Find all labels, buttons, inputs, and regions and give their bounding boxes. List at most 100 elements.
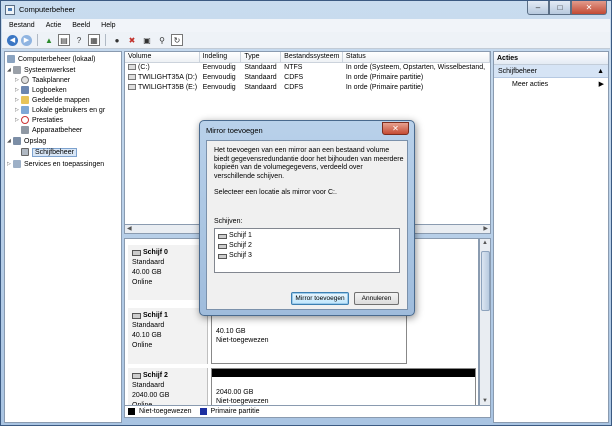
volume-filesystem: NTFS [284,64,303,71]
column-volume[interactable]: Volume [125,52,200,62]
column-layout[interactable]: Indeling [200,52,242,62]
table-row[interactable]: (C:) Eenvoudig Standaard NTFS In orde (S… [125,63,490,73]
connect-icon[interactable]: ● [111,34,123,46]
cancel-button[interactable]: Annuleren [354,292,399,305]
volume-layout: Eenvoudig [202,64,236,71]
disk-icon [218,253,227,259]
actions-section-disk-management[interactable]: Schijfbeheer ▲ [494,65,608,78]
tree-item-services[interactable]: ▷ Services en toepassingen [7,159,104,169]
title-bar: Computerbeheer – □ ✕ [1,1,611,19]
tree-item-system-tools[interactable]: ◢ Systeemwerkset [7,65,75,75]
open-icon[interactable]: ▣ [141,34,153,46]
tools-icon [13,66,21,74]
vertical-scrollbar[interactable]: ▲ ▼ [479,238,491,406]
menu-help[interactable]: Help [101,22,115,29]
tree-item-storage[interactable]: ◢ Opslag [7,136,46,146]
actions-panel: Acties Schijfbeheer ▲ Meer acties ▶ [493,51,609,423]
delete-icon[interactable]: ✖ [126,34,138,46]
refresh-icon[interactable]: ↻ [171,34,183,46]
partition-size: 40.10 GB [216,328,246,335]
computer-icon [7,55,15,63]
unallocated-partition[interactable]: 40.10 GB Niet-toegewezen [211,308,407,364]
dialog-body: Het toevoegen van een mirror aan een bes… [206,140,408,310]
partition-size: 2040.00 GB [216,389,254,396]
collapse-icon[interactable]: ▲ [597,65,604,77]
up-folder-icon[interactable]: ▲ [43,34,55,46]
scroll-down-icon[interactable]: ▼ [482,398,488,404]
menu-file[interactable]: Bestand [9,22,35,29]
tree-item-local-users[interactable]: ▷ Lokale gebruikers en gr [15,105,105,115]
scroll-right-icon[interactable]: ▶ [483,225,488,234]
primary-partition-swatch [199,408,207,415]
volume-layout: Eenvoudig [202,74,236,81]
volume-status: In orde (Systeem, Opstarten, Wisselbesta… [345,64,486,71]
tree-item-task-scheduler[interactable]: ▷ Taakplanner [15,75,70,85]
cd-drive-icon [128,84,136,90]
scroll-up-icon[interactable]: ▲ [482,240,488,246]
toolbar-separator [37,34,38,46]
tree-item-device-manager[interactable]: Apparaatbeheer [21,125,82,135]
window-title: Computerbeheer [19,5,76,14]
tree-item-disk-management[interactable]: Schijfbeheer [21,147,77,157]
disks-listbox[interactable]: Schijf 1 Schijf 2 Schijf 3 [214,228,400,273]
back-icon[interactable]: ◀ [7,34,18,46]
minimize-button[interactable]: – [527,1,549,15]
menu-action[interactable]: Actie [46,22,62,29]
partition-status: Niet-toegewezen [216,398,269,405]
volume-type: Standaard [244,84,277,91]
disk-name: Schijf 0 [143,249,168,256]
properties-icon[interactable]: ▦ [88,34,100,46]
tree-item-event-viewer[interactable]: ▷ Logboeken [15,85,67,95]
tree-item-shared-folders[interactable]: ▷ Gedeelde mappen [15,95,90,105]
unallocated-swatch [128,408,135,415]
disk-size: 40.10 GB [132,332,162,339]
list-item[interactable]: Schijf 2 [215,241,399,251]
list-item[interactable]: Schijf 3 [215,251,399,261]
list-item-label: Schijf 3 [229,252,252,259]
scrollbar-thumb[interactable] [481,251,490,311]
close-button[interactable]: ✕ [571,1,607,15]
disk-row[interactable]: Schijf 1 Standaard 40.10 GB Online 40.10… [126,308,478,364]
table-row[interactable]: TWILIGHT35A (D:) Eenvoudig Standaard CDF… [125,73,490,83]
disk-info: Schijf 0 Standaard 40.00 GB Online [128,245,208,300]
volume-name: TWILIGHT35A (D:) [138,74,198,81]
list-item[interactable]: Schijf 1 [215,231,399,241]
actions-header: Acties [494,52,608,65]
app-icon [5,5,15,15]
show-hide-tree-icon[interactable]: ▤ [58,34,70,46]
disk-row[interactable]: Schijf 2 Standaard 2040.00 GB Online 204… [126,368,478,405]
unallocated-partition[interactable]: 2040.00 GB Niet-toegewezen [211,368,476,405]
column-type[interactable]: Type [241,52,282,62]
disk-icon [132,313,141,319]
add-mirror-button[interactable]: Mirror toevoegen [291,292,349,305]
drive-icon [128,64,136,70]
tree-item-computer-management[interactable]: Computerbeheer (lokaal) [7,54,95,64]
volume-filesystem: CDFS [284,84,304,91]
maximize-button[interactable]: □ [549,1,571,15]
disk-icon [21,148,29,156]
dialog-title: Mirror toevoegen [206,126,263,135]
search-icon[interactable]: ⚲ [156,34,168,46]
forward-icon[interactable]: ▶ [21,34,32,46]
table-row[interactable]: TWILIGHT35B (E:) Eenvoudig Standaard CDF… [125,83,490,93]
dialog-close-button[interactable]: ✕ [382,122,409,135]
legend-label: Primaire partitie [210,408,260,415]
volume-list-header: Volume Indeling Type Bestandssysteem Sta… [125,52,490,63]
scroll-left-icon[interactable]: ◀ [127,225,132,234]
toolbar-separator [105,34,106,46]
menu-view[interactable]: Beeld [72,22,90,29]
column-filesystem[interactable]: Bestandssysteem [281,52,343,62]
legend-label: Niet-toegewezen [139,408,192,415]
disk-info: Schijf 2 Standaard 2040.00 GB Online [128,368,208,405]
column-status[interactable]: Status [343,52,490,62]
tree-item-performance[interactable]: ▷ Prestaties [15,115,63,125]
help-icon[interactable]: ? [73,34,85,46]
disk-state: Online [132,342,153,349]
storage-icon [13,137,21,145]
more-actions-item[interactable]: Meer acties ▶ [494,78,608,91]
disk-info: Schijf 1 Standaard 40.10 GB Online [128,308,208,364]
disk-state: Online [132,279,153,286]
disk-name: Schijf 2 [143,372,168,379]
volume-name: TWILIGHT35B (E:) [138,84,198,91]
disk-type: Standaard [132,322,165,329]
